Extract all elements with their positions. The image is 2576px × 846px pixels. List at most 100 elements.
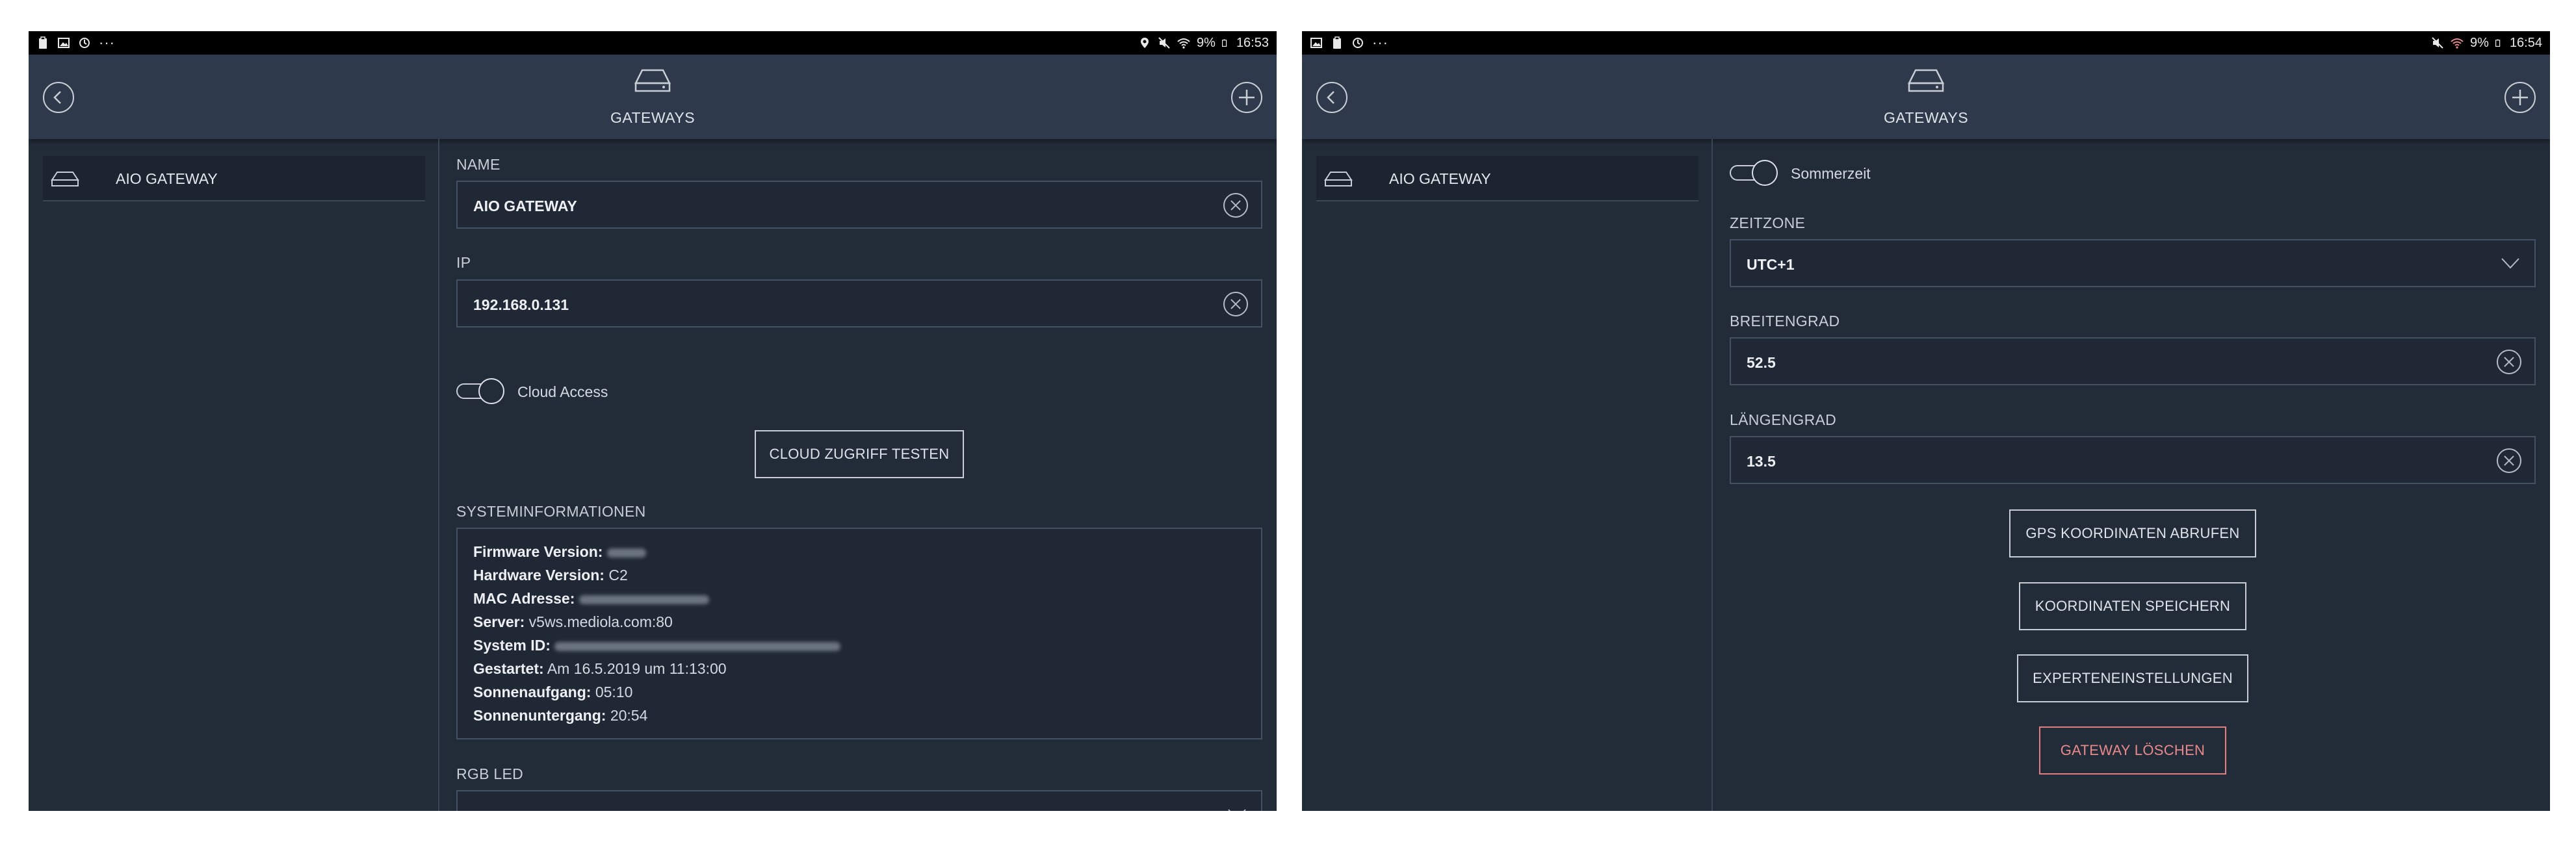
- mute-icon: [2432, 37, 2443, 49]
- name-field[interactable]: AIO GATEWAY: [456, 181, 1262, 229]
- clear-icon[interactable]: [2497, 350, 2521, 374]
- sync-icon: [79, 38, 90, 48]
- toggle-knob: [478, 378, 504, 404]
- server-line: Server: v5ws.mediola.com:80: [473, 613, 673, 631]
- timezone-label: ZEITZONE: [1730, 214, 1806, 231]
- status-bar: ··· 9% 16:53: [29, 31, 1277, 55]
- sysinfo-label: SYSTEMINFORMATIONEN: [456, 503, 646, 520]
- sidebar-item-aio-gateway[interactable]: AIO GATEWAY: [43, 156, 425, 201]
- wifi-icon: [1177, 38, 1190, 49]
- chevron-left-icon: [53, 91, 61, 104]
- gateway-icon: [634, 69, 671, 92]
- sunset-key: Sonnenuntergang:: [473, 707, 606, 724]
- plus-icon: [1239, 90, 1255, 105]
- battery-percent: 9%: [1197, 35, 1216, 50]
- mac-key: MAC Adresse:: [473, 590, 575, 607]
- rgb-led-select[interactable]: [456, 790, 1262, 811]
- toggle-knob: [1752, 160, 1778, 186]
- app-bar: GATEWAYS: [29, 55, 1277, 139]
- battery-icon: [2495, 39, 2501, 47]
- sidebar-item-label: AIO GATEWAY: [1389, 170, 1491, 187]
- system-id-key: System ID:: [473, 637, 551, 654]
- started-value: Am 16.5.2019 um 11:13:00: [547, 660, 727, 677]
- started-line: Gestartet: Am 16.5.2019 um 11:13:00: [473, 660, 727, 678]
- battery-percent: 9%: [2470, 35, 2489, 50]
- hardware-line: Hardware Version: C2: [473, 567, 628, 584]
- status-bar: ··· 9% 16:54: [1302, 31, 2550, 55]
- cloud-access-toggle[interactable]: [456, 378, 506, 404]
- hardware-key: Hardware Version:: [473, 567, 605, 583]
- location-icon: [1141, 38, 1149, 48]
- clock: 16:54: [2509, 35, 2542, 50]
- gps-coordinates-button[interactable]: GPS KOORDINATEN ABRUFEN: [2009, 509, 2256, 558]
- ip-field[interactable]: 192.168.0.131: [456, 279, 1262, 327]
- right-screen: ··· 9% 16:54 GATEWAYS AIO GATEWAY Sommer…: [1302, 31, 2550, 811]
- delete-gateway-button[interactable]: GATEWAY LÖSCHEN: [2039, 726, 2226, 775]
- clear-icon[interactable]: [2497, 448, 2521, 473]
- started-key: Gestartet:: [473, 660, 544, 677]
- sidebar-item-aio-gateway[interactable]: AIO GATEWAY: [1316, 156, 1698, 201]
- sysinfo-box: Firmware Version: Hardware Version: C2 M…: [456, 528, 1262, 739]
- redacted-value: [579, 595, 709, 604]
- hardware-value: C2: [608, 567, 628, 583]
- page-title: GATEWAYS: [1883, 109, 1969, 126]
- cloud-access-label: Cloud Access: [517, 383, 608, 400]
- ip-value: 192.168.0.131: [473, 296, 569, 313]
- latitude-label: BREITENGRAD: [1730, 313, 1840, 329]
- longitude-label: LÄNGENGRAD: [1730, 411, 1837, 428]
- add-button[interactable]: [2504, 82, 2536, 113]
- sidebar-item-label: AIO GATEWAY: [116, 170, 218, 187]
- more-icon: ···: [99, 34, 115, 51]
- clipboard-icon: [1333, 36, 1341, 49]
- clear-icon[interactable]: [1223, 292, 1248, 316]
- plus-icon: [2512, 90, 2528, 105]
- sidebar: AIO GATEWAY: [1302, 139, 1713, 811]
- gateway-icon: [1324, 172, 1353, 186]
- system-id-line: System ID:: [473, 637, 841, 654]
- latitude-field[interactable]: 52.5: [1730, 337, 2536, 385]
- more-icon: ···: [1372, 34, 1388, 51]
- sunset-value: 20:54: [610, 707, 648, 724]
- expert-settings-button[interactable]: EXPERTENEINSTELLUNGEN: [2017, 654, 2248, 702]
- clear-icon[interactable]: [1223, 193, 1248, 218]
- ip-label: IP: [456, 254, 471, 271]
- timezone-select[interactable]: UTC+1: [1730, 239, 2536, 287]
- chevron-down-icon: [1228, 809, 1246, 811]
- battery-icon: [1221, 39, 1227, 47]
- app-bar: GATEWAYS: [1302, 55, 2550, 139]
- mac-line: MAC Adresse:: [473, 590, 709, 608]
- sunrise-line: Sonnenaufgang: 05:10: [473, 684, 632, 701]
- back-button[interactable]: [43, 82, 74, 113]
- redacted-value: [606, 548, 646, 558]
- clock: 16:53: [1236, 35, 1269, 50]
- gateway-icon: [1907, 69, 1945, 92]
- save-coordinates-button[interactable]: KOORDINATEN SPEICHERN: [2019, 582, 2246, 630]
- chevron-left-icon: [1327, 91, 1334, 104]
- name-label: NAME: [456, 156, 501, 173]
- page-title: GATEWAYS: [610, 109, 696, 126]
- server-key: Server:: [473, 613, 525, 630]
- back-button[interactable]: [1316, 82, 1347, 113]
- firmware-key: Firmware Version:: [473, 543, 603, 560]
- gateway-icon: [51, 172, 79, 186]
- longitude-value: 13.5: [1747, 453, 1776, 470]
- name-value: AIO GATEWAY: [473, 198, 577, 214]
- firmware-line: Firmware Version:: [473, 543, 646, 561]
- sunrise-key: Sonnenaufgang:: [473, 684, 592, 700]
- sync-icon: [1353, 38, 1363, 48]
- wifi-icon: [2451, 38, 2464, 49]
- add-button[interactable]: [1231, 82, 1262, 113]
- rgb-led-label: RGB LED: [456, 765, 524, 782]
- longitude-field[interactable]: 13.5: [1730, 436, 2536, 484]
- chevron-down-icon: [2501, 258, 2519, 269]
- image-icon: [1310, 38, 1322, 48]
- timezone-value: UTC+1: [1747, 256, 1795, 273]
- sunrise-value: 05:10: [595, 684, 633, 700]
- redacted-value: [554, 641, 841, 651]
- left-screen: ··· 9% 16:53 GATEWAYS AIO GATEWAY NAME A…: [29, 31, 1277, 811]
- cloud-test-button[interactable]: CLOUD ZUGRIFF TESTEN: [755, 430, 964, 478]
- mute-icon: [1158, 37, 1170, 49]
- server-value: v5ws.mediola.com:80: [528, 613, 673, 630]
- clipboard-icon: [39, 36, 47, 49]
- dst-toggle[interactable]: [1730, 160, 1779, 186]
